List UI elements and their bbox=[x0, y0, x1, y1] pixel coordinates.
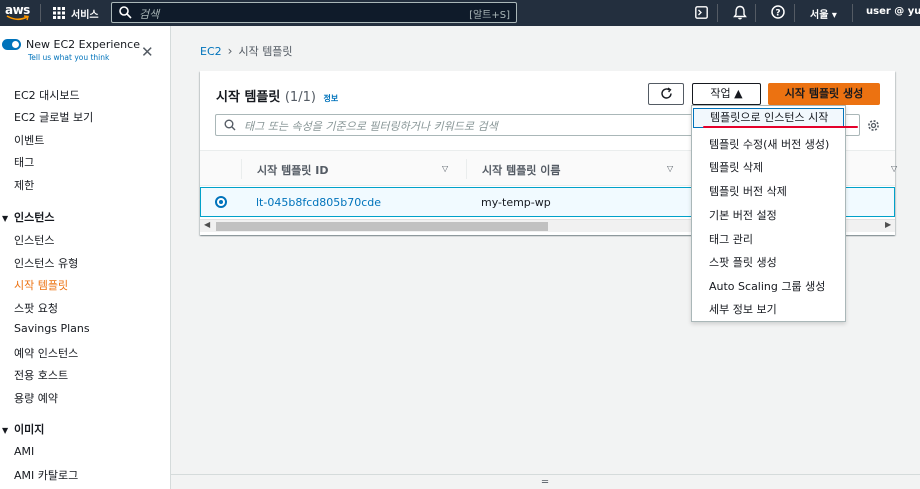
page-title: 시작 템플릿 (1/1) 정보 bbox=[216, 86, 338, 105]
sidebar-item-ami-catalog[interactable]: AMI 카탈로그 bbox=[14, 467, 78, 483]
sidebar-item-limits[interactable]: 제한 bbox=[14, 177, 34, 193]
top-navigation-bar: aws 서비스 검색 [알트+S] ? 서울 ▾ user @ yu bbox=[0, 0, 920, 26]
nav-divider bbox=[852, 4, 853, 22]
refresh-icon bbox=[660, 87, 672, 99]
menu-item-set-default-version[interactable]: 기본 버전 설정 bbox=[709, 207, 777, 223]
annotation-underline bbox=[703, 126, 858, 128]
sidebar-item-global-view[interactable]: EC2 글로벌 보기 bbox=[14, 109, 93, 125]
sidebar-section-instances[interactable]: ▼ 인스턴스 bbox=[2, 209, 54, 225]
menu-item-delete-template-version[interactable]: 템플릿 버전 삭제 bbox=[709, 183, 787, 199]
menu-item-create-auto-scaling-group[interactable]: Auto Scaling 그룹 생성 bbox=[709, 278, 825, 294]
sidebar-item-launch-templates[interactable]: 시작 템플릿 bbox=[14, 277, 68, 293]
sidebar-item-instances[interactable]: 인스턴스 bbox=[14, 232, 54, 248]
nav-divider bbox=[755, 4, 756, 22]
notifications-bell-icon[interactable] bbox=[733, 5, 747, 20]
search-icon bbox=[119, 6, 132, 19]
sidebar-item-spot-requests[interactable]: 스팟 요청 bbox=[14, 300, 58, 316]
account-menu[interactable]: user @ yun-a bbox=[866, 6, 920, 17]
info-link[interactable]: 정보 bbox=[323, 94, 338, 103]
sort-icon[interactable]: ▽ bbox=[442, 164, 448, 173]
new-experience-toggle[interactable] bbox=[2, 39, 21, 50]
menu-item-launch-instance-from-template[interactable]: 템플릿으로 인스턴스 시작 bbox=[693, 108, 844, 128]
menu-item-delete-template[interactable]: 템플릿 삭제 bbox=[709, 159, 763, 175]
split-panel-handle[interactable]: ═ bbox=[171, 474, 920, 489]
sort-icon[interactable]: ▽ bbox=[667, 164, 673, 173]
scrollbar-thumb[interactable] bbox=[216, 222, 548, 231]
feedback-link[interactable]: Tell us what you think bbox=[28, 53, 109, 62]
sidebar-section-label: 인스턴스 bbox=[14, 211, 55, 224]
panel-title-text: 시작 템플릿 bbox=[216, 90, 281, 105]
column-header-template-id[interactable]: 시작 템플릿 ID bbox=[257, 162, 328, 178]
svg-text:?: ? bbox=[775, 9, 780, 19]
menu-item-view-details[interactable]: 세부 정보 보기 bbox=[709, 301, 777, 317]
breadcrumb-ec2-link[interactable]: EC2 bbox=[200, 45, 222, 58]
sidebar: New EC2 Experience Tell us what you thin… bbox=[0, 26, 171, 489]
help-icon[interactable]: ? bbox=[771, 5, 785, 19]
template-id-link[interactable]: lt-045b8fcd805b70cde bbox=[256, 196, 381, 209]
sidebar-item-savings-plans[interactable]: Savings Plans bbox=[14, 322, 90, 335]
scroll-right-icon[interactable]: ▶ bbox=[885, 220, 891, 229]
sidebar-item-ec2-dashboard[interactable]: EC2 대시보드 bbox=[14, 87, 80, 103]
column-divider bbox=[241, 159, 242, 179]
gear-icon[interactable] bbox=[867, 119, 880, 132]
menu-item-manage-tags[interactable]: 태그 관리 bbox=[709, 231, 753, 247]
sort-icon[interactable]: ▽ bbox=[891, 164, 897, 173]
sidebar-item-events[interactable]: 이벤트 bbox=[14, 132, 44, 148]
filter-placeholder: 태그 또는 속성을 기준으로 필터링하거나 키워드로 검색 bbox=[244, 120, 498, 133]
aws-logo[interactable]: aws bbox=[5, 2, 31, 24]
sidebar-item-ami[interactable]: AMI bbox=[14, 445, 34, 458]
close-icon[interactable]: ✕ bbox=[141, 43, 154, 61]
caret-down-icon: ▼ bbox=[2, 426, 9, 435]
breadcrumb: EC2 › 시작 템플릿 bbox=[200, 43, 293, 59]
search-placeholder: 검색 bbox=[139, 8, 160, 21]
nav-divider bbox=[717, 4, 718, 22]
column-divider bbox=[466, 159, 467, 179]
template-name-cell: my-temp-wp bbox=[481, 196, 551, 209]
caret-down-icon: ▼ bbox=[2, 214, 9, 223]
sidebar-section-label: 이미지 bbox=[14, 423, 45, 436]
global-search-input[interactable]: 검색 [알트+S] bbox=[111, 2, 517, 23]
drag-handle-icon[interactable]: ═ bbox=[542, 477, 548, 488]
search-icon bbox=[224, 119, 236, 131]
actions-dropdown-button[interactable]: 작업 ▲ bbox=[692, 83, 761, 105]
sidebar-section-images[interactable]: ▼ 이미지 bbox=[2, 421, 44, 437]
row-select-radio[interactable] bbox=[215, 196, 227, 208]
menu-item-modify-template[interactable]: 템플릿 수정(새 버전 생성) bbox=[709, 136, 829, 152]
scroll-left-icon[interactable]: ◀ bbox=[204, 220, 210, 229]
nav-divider bbox=[40, 4, 41, 22]
sidebar-item-reserved-instances[interactable]: 예약 인스턴스 bbox=[14, 345, 78, 361]
cloudshell-icon[interactable] bbox=[695, 6, 708, 19]
sidebar-item-instance-types[interactable]: 인스턴스 유형 bbox=[14, 255, 78, 271]
sidebar-item-tags[interactable]: 태그 bbox=[14, 154, 34, 170]
search-shortcut-hint: [알트+S] bbox=[469, 10, 510, 21]
sidebar-item-dedicated-hosts[interactable]: 전용 호스트 bbox=[14, 367, 68, 383]
region-selector[interactable]: 서울 ▾ bbox=[810, 6, 837, 21]
services-grid-icon[interactable] bbox=[53, 7, 65, 19]
sidebar-item-capacity-reservations[interactable]: 용량 예약 bbox=[14, 390, 58, 406]
chevron-right-icon: › bbox=[227, 44, 233, 58]
selection-count: (1/1) bbox=[284, 90, 316, 105]
create-launch-template-button[interactable]: 시작 템플릿 생성 bbox=[768, 83, 880, 105]
nav-divider bbox=[794, 4, 795, 22]
refresh-button[interactable] bbox=[648, 83, 684, 105]
column-header-template-name[interactable]: 시작 템플릿 이름 bbox=[482, 162, 561, 178]
services-menu[interactable]: 서비스 bbox=[71, 6, 99, 21]
aws-smile-icon bbox=[6, 15, 29, 21]
actions-menu: 템플릿으로 인스턴스 시작 템플릿 수정(새 버전 생성) 템플릿 삭제 템플릿… bbox=[691, 105, 846, 322]
new-experience-title: New EC2 Experience bbox=[26, 38, 140, 51]
breadcrumb-current: 시작 템플릿 bbox=[238, 45, 293, 58]
menu-item-create-spot-fleet[interactable]: 스팟 플릿 생성 bbox=[709, 254, 777, 270]
